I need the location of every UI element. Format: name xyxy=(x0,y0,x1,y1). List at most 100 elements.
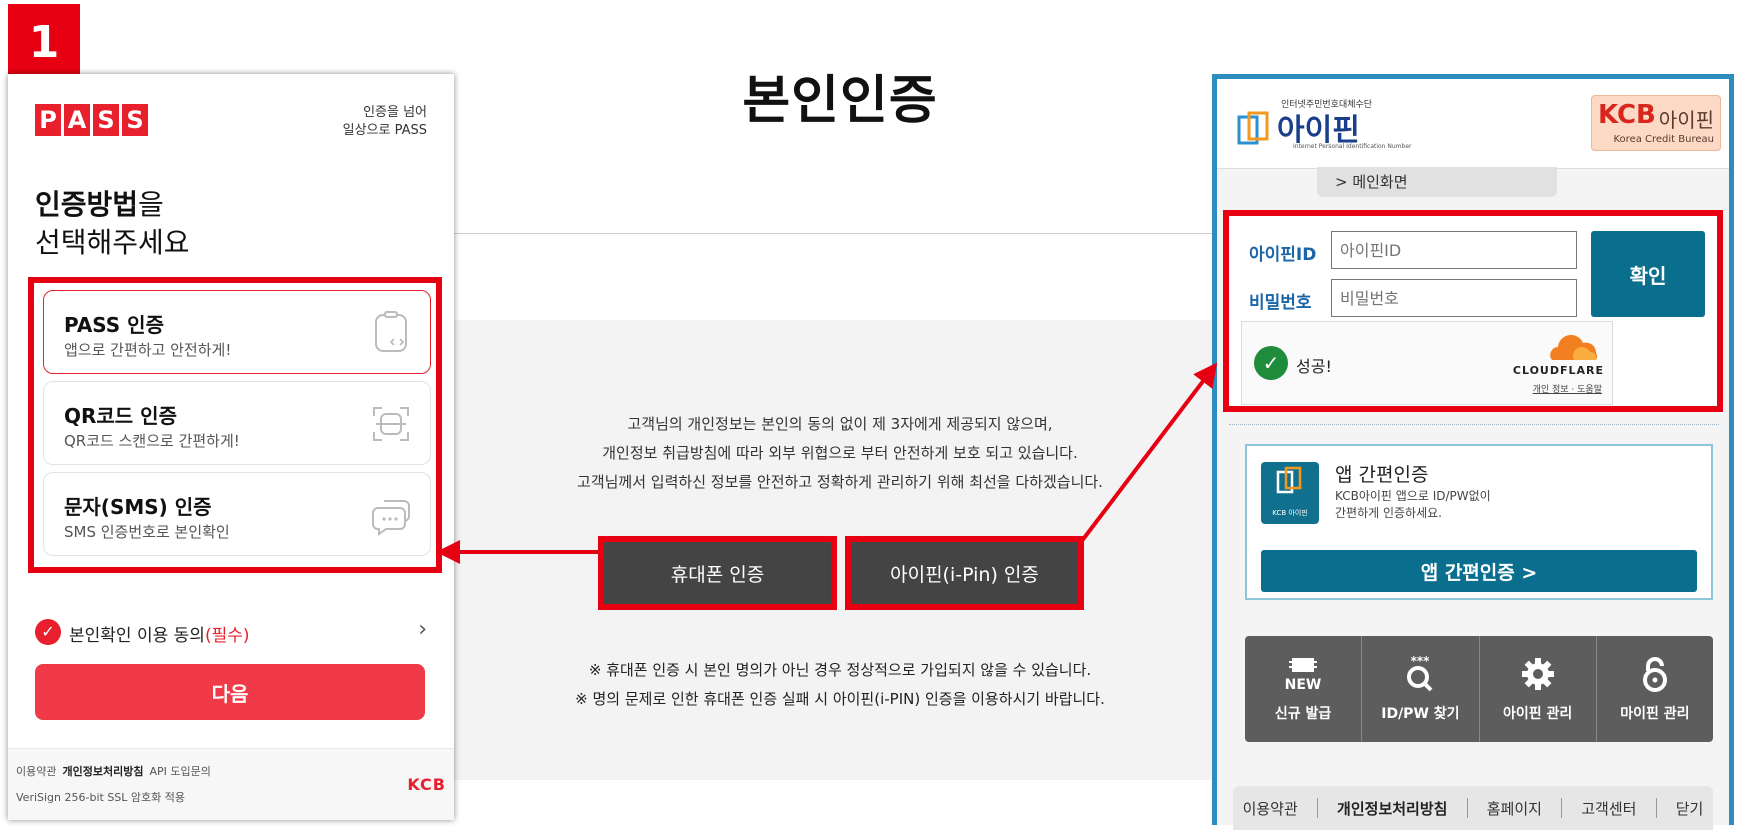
section-divider xyxy=(1229,424,1719,425)
privacy-link[interactable]: 개인정보처리방침 xyxy=(62,765,143,778)
cf-privacy-link[interactable]: 개인 정보 xyxy=(1533,385,1569,395)
cf-help-link[interactable]: 도움말 xyxy=(1577,385,1602,395)
gear-icon xyxy=(1521,658,1554,690)
option-desc: 앱으로 간편하고 안전하게! xyxy=(64,341,232,359)
ipin-id-label: 아이핀ID xyxy=(1249,245,1317,265)
ipin-logo-icon xyxy=(1237,111,1269,145)
cloudflare-captcha: ✓ 성공! CLOUDFLARE 개인 정보 · 도움말 xyxy=(1241,321,1613,405)
footer-close-link[interactable]: 닫기 xyxy=(1676,798,1704,819)
check-icon[interactable]: ✓ xyxy=(35,619,61,645)
footer-links: 이용약관 개인정보처리방침 API 도입문의 xyxy=(16,763,211,779)
search-password-icon: *** xyxy=(1407,655,1433,692)
heading-rest: 을 xyxy=(138,188,164,221)
pass-heading: 인증방법을 선택해주세요 xyxy=(35,186,190,262)
app-auth-button[interactable]: 앱 간편인증 > xyxy=(1261,550,1697,592)
pass-logo-letter: S xyxy=(93,104,119,136)
ipin-logo-subtitle: Internet Personal Identification Number xyxy=(1293,143,1412,150)
desc-line: KCB아이핀 앱으로 ID/PW없이 xyxy=(1335,489,1491,503)
heading-bold: 인증방법 xyxy=(35,188,139,221)
footer-privacy-link[interactable]: 개인정보처리방침 xyxy=(1337,798,1447,819)
ipin-logo-icon xyxy=(1276,466,1302,494)
pass-logo-letter: P xyxy=(35,104,61,136)
footer-terms-link[interactable]: 이용약관 xyxy=(1243,798,1298,819)
menu-label: 마이핀 관리 xyxy=(1620,706,1690,722)
app-icon-label: KCB 아이핀 xyxy=(1272,509,1308,517)
menu-new-issue[interactable]: NEW 신규 발급 xyxy=(1245,636,1363,742)
option-pass-auth[interactable]: PASS 인증 앱으로 간편하고 안전하게! xyxy=(43,290,431,374)
ssl-notice: VeriSign 256-bit SSL 암호화 적용 xyxy=(16,791,186,804)
notice-line: 고객님께서 입력하신 정보를 안전하고 정확하게 관리하기 위해 최선을 다하겠… xyxy=(577,473,1103,491)
app-auth-desc: KCB아이핀 앱으로 ID/PW없이 간편하게 인증하세요. xyxy=(1335,488,1491,522)
kcb-app-icon: KCB 아이핀 xyxy=(1261,462,1319,524)
menu-mypin-manage[interactable]: 마이핀 관리 xyxy=(1597,636,1713,742)
ipin-login-form: 아이핀ID 비밀번호 확인 ✓ 성공! CLOUDFLARE 개인 정보 · 도… xyxy=(1223,210,1723,412)
option-desc: QR코드 스캔으로 간편하게! xyxy=(64,432,240,450)
footer-separator xyxy=(1466,798,1468,818)
ipin-auth-button[interactable]: 아이핀(i-Pin) 인증 xyxy=(845,536,1084,610)
heading-line2: 선택해주세요 xyxy=(35,226,190,259)
ipin-footer: 이용약관 개인정보처리방침 홈페이지 고객센터 닫기 xyxy=(1233,786,1713,830)
footer-homepage-link[interactable]: 홈페이지 xyxy=(1487,798,1542,819)
menu-label: ID/PW 찾기 xyxy=(1381,706,1460,722)
captcha-status: 성공! xyxy=(1296,357,1332,376)
pass-footer: 이용약관 개인정보처리방침 API 도입문의 VeriSign 256-bit SS… xyxy=(8,748,454,820)
kcb-ipin-text: 아이핀 xyxy=(1658,108,1714,132)
menu-label: 아이핀 관리 xyxy=(1502,706,1573,722)
footer-separator xyxy=(1316,798,1318,818)
check-icon[interactable]: ✓ xyxy=(1254,346,1288,380)
svg-text:NEW: NEW xyxy=(1285,677,1322,693)
footer-separator xyxy=(1561,798,1563,818)
option-title: 문자(SMS) 인증 xyxy=(64,495,212,519)
consent-label: 본인확인 이용 동의(필수) xyxy=(69,621,249,646)
password-label: 비밀번호 xyxy=(1249,293,1312,313)
terms-link[interactable]: 이용약관 xyxy=(16,765,56,778)
phone-app-icon xyxy=(375,311,407,352)
svg-text:***: *** xyxy=(1411,655,1431,668)
option-desc: SMS 인증번호로 본인확인 xyxy=(64,523,230,541)
privacy-notice: 고객님의 개인정보는 본인의 동의 없이 제 3자에게 제공되지 않으며, 개인… xyxy=(540,410,1140,497)
option-title: QR코드 인증 xyxy=(64,404,177,428)
ipin-auth-panel: 인터넷주민번호대체수단 아이핀 Internet Personal Identi… xyxy=(1212,74,1734,830)
ipin-id-input[interactable] xyxy=(1331,231,1577,269)
api-inquiry-link[interactable]: API 도입문의 xyxy=(149,765,210,778)
desc-line: 간편하게 인증하세요. xyxy=(1335,506,1442,520)
new-badge-icon: NEW xyxy=(1285,658,1322,693)
menu-find-id-pw[interactable]: *** ID/PW 찾기 xyxy=(1362,636,1480,742)
kcb-logo: KCB xyxy=(407,775,446,794)
consent-required: (필수) xyxy=(204,626,250,646)
confirm-button[interactable]: 확인 xyxy=(1591,231,1705,317)
slogan-line: 일상으로 PASS xyxy=(342,123,427,138)
cloudflare-name: CLOUDFLARE xyxy=(1512,364,1604,377)
slogan-line: 인증을 넘어 xyxy=(363,105,427,120)
cloudflare-links: 개인 정보 · 도움말 xyxy=(1532,385,1602,395)
kcb-brand: KCB xyxy=(1598,100,1656,130)
app-auth-section: KCB 아이핀 앱 간편인증 KCB아이핀 앱으로 ID/PW없이 간편하게 인… xyxy=(1245,444,1713,600)
qr-scan-icon xyxy=(373,407,409,441)
menu-ipin-manage[interactable]: 아이핀 관리 xyxy=(1480,636,1597,742)
pass-auth-panel: P A S S 인증을 넘어 일상으로 PASS 인증방법을 선택해주세요 PA… xyxy=(8,74,454,820)
pass-logo-letter: S xyxy=(122,104,148,136)
chevron-right-icon[interactable]: › xyxy=(418,617,427,642)
auth-warnings: ※ 휴대폰 인증 시 본인 명의가 아닌 경우 정상적으로 가입되지 않을 수 … xyxy=(540,656,1140,714)
cloudflare-cloud-icon xyxy=(1550,334,1598,360)
option-qr-auth[interactable]: QR코드 인증 QR코드 스캔으로 간편하게! xyxy=(43,381,431,465)
notice-line: 고객님의 개인정보는 본인의 동의 없이 제 3자에게 제공되지 않으며, xyxy=(627,415,1053,433)
notice-line: 개인정보 취급방침에 따라 외부 위협으로 부터 안전하게 보호 되고 있습니다… xyxy=(602,444,1078,462)
pass-logo-letter: A xyxy=(64,104,90,136)
breadcrumb[interactable]: > 메인화면 xyxy=(1317,167,1557,197)
title-divider xyxy=(450,233,1220,234)
phone-auth-button[interactable]: 휴대폰 인증 xyxy=(598,536,837,610)
consent-row[interactable]: ✓ 본인확인 이용 동의(필수) › xyxy=(35,617,427,647)
footer-support-link[interactable]: 고객센터 xyxy=(1581,798,1636,819)
password-input[interactable] xyxy=(1331,279,1577,317)
pass-logo: P A S S xyxy=(35,104,148,136)
chat-bubble-icon xyxy=(372,500,410,536)
option-sms-auth[interactable]: 문자(SMS) 인증 SMS 인증번호로 본인확인 xyxy=(43,472,431,556)
footer-separator xyxy=(1655,798,1657,818)
warning-line: ※ 명의 문제로 인한 휴대폰 인증 실패 시 아이핀(i-PIN) 인증을 이… xyxy=(575,690,1105,708)
auth-method-options: PASS 인증 앱으로 간편하고 안전하게! QR코드 인증 QR코드 스캔으로… xyxy=(28,277,442,573)
next-button[interactable]: 다음 xyxy=(35,664,425,720)
app-auth-title: 앱 간편인증 xyxy=(1335,464,1429,486)
pass-slogan: 인증을 넘어 일상으로 PASS xyxy=(343,104,427,140)
option-title: PASS 인증 xyxy=(64,313,164,337)
